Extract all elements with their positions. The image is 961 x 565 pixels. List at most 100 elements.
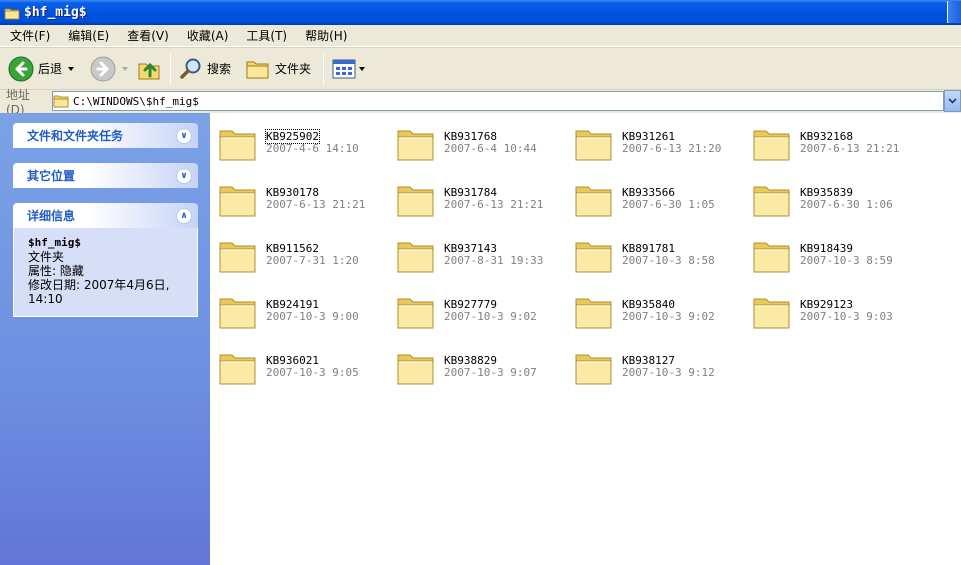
- menu-tools[interactable]: 工具(T): [236, 27, 295, 44]
- views-button[interactable]: [328, 51, 369, 87]
- menu-help[interactable]: 帮助(H): [295, 27, 355, 44]
- folder-icon: [575, 242, 612, 273]
- folder-date: 2007-10-3 9:12: [622, 366, 715, 379]
- folder-date: 2007-6-30 1:06: [800, 198, 893, 211]
- details-name: $hf_mig$: [28, 236, 81, 249]
- folder-icon: [575, 298, 612, 329]
- folder-icon: [397, 130, 434, 161]
- file-view[interactable]: KB925902 2007-4-6 14:10 KB931768 2007-6-4 1…: [210, 113, 961, 565]
- folder-date: 2007-10-3 9:00: [266, 310, 359, 323]
- back-button[interactable]: 后退: [4, 51, 78, 87]
- folders-button[interactable]: 文件夹: [241, 51, 315, 87]
- details-type: 文件夹: [28, 250, 65, 264]
- folder-item[interactable]: KB931261 2007-6-13 21:20: [566, 115, 744, 163]
- title-bar-controls[interactable]: [947, 1, 961, 23]
- folder-icon: [219, 354, 256, 385]
- collapse-chevron-icon[interactable]: ∧: [176, 207, 192, 224]
- toolbar: 后退 搜索 文件夹: [0, 47, 961, 90]
- details-header[interactable]: 详细信息 ∧: [13, 203, 198, 228]
- expand-chevron-icon[interactable]: ∨: [176, 127, 192, 144]
- search-button[interactable]: 搜索: [175, 51, 235, 87]
- views-icon: [332, 59, 356, 78]
- folder-item[interactable]: KB935840 2007-10-3 9:02: [566, 283, 744, 331]
- folder-item[interactable]: KB927779 2007-10-3 9:02: [388, 283, 566, 331]
- folder-date: 2007-6-30 1:05: [622, 198, 715, 211]
- back-dropdown-icon[interactable]: [68, 66, 75, 71]
- folder-item[interactable]: KB936021 2007-10-3 9:05: [210, 339, 388, 387]
- folder-item[interactable]: KB931768 2007-6-4 10:44: [388, 115, 566, 163]
- folder-date: 2007-6-13 21:21: [800, 142, 900, 155]
- address-dropdown-button[interactable]: [944, 90, 961, 112]
- folder-item[interactable]: KB937143 2007-8-31 19:33: [388, 227, 566, 275]
- folder-icon: [753, 242, 790, 273]
- folder-icon: [219, 242, 256, 273]
- folder-item[interactable]: KB931784 2007-6-13 21:21: [388, 171, 566, 219]
- up-button[interactable]: [132, 51, 166, 87]
- folder-icon: [397, 186, 434, 217]
- title-bar[interactable]: $hf_mig$: [0, 0, 961, 25]
- window-title: $hf_mig$: [24, 5, 87, 20]
- search-label: 搜索: [207, 62, 232, 76]
- other-places-title: 其它位置: [27, 169, 76, 183]
- folder-icon: [575, 186, 612, 217]
- folder-item[interactable]: KB891781 2007-10-3 8:58: [566, 227, 744, 275]
- file-tasks-title: 文件和文件夹任务: [27, 129, 124, 143]
- folder-item[interactable]: KB938127 2007-10-3 9:12: [566, 339, 744, 387]
- folder-date: 2007-6-13 21:20: [622, 142, 722, 155]
- other-places-header[interactable]: 其它位置 ∨: [13, 163, 198, 188]
- folder-date: 2007-10-3 8:58: [622, 254, 715, 267]
- folder-item[interactable]: KB932168 2007-6-13 21:21: [744, 115, 922, 163]
- forward-arrow-icon: [90, 56, 116, 81]
- file-tasks-panel: 文件和文件夹任务 ∨: [13, 123, 198, 148]
- folder-icon: [53, 95, 69, 108]
- folder-icon: [219, 130, 256, 161]
- folder-date: 2007-10-3 9:07: [444, 366, 537, 379]
- folder-date: 2007-10-3 9:02: [622, 310, 715, 323]
- menu-edit[interactable]: 编辑(E): [58, 27, 117, 44]
- details-title: 详细信息: [27, 209, 76, 223]
- search-icon: [180, 58, 201, 79]
- file-tasks-header[interactable]: 文件和文件夹任务 ∨: [13, 123, 198, 148]
- folder-date: 2007-10-3 9:05: [266, 366, 359, 379]
- other-places-panel: 其它位置 ∨: [13, 163, 198, 188]
- menu-favorites[interactable]: 收藏(A): [177, 27, 237, 44]
- folder-icon: [753, 186, 790, 217]
- folder-item[interactable]: KB938829 2007-10-3 9:07: [388, 339, 566, 387]
- back-arrow-icon: [8, 56, 34, 81]
- menu-file[interactable]: 文件(F): [0, 27, 58, 44]
- folder-date: 2007-4-6 14:10: [266, 142, 359, 155]
- folder-icon: [575, 354, 612, 385]
- folder-icon: [753, 130, 790, 161]
- folder-icon: [397, 298, 434, 329]
- address-value: C:\WINDOWS\$hf_mig$: [73, 94, 199, 108]
- folder-date: 2007-6-13 21:21: [444, 198, 544, 211]
- address-input[interactable]: C:\WINDOWS\$hf_mig$: [52, 91, 944, 111]
- details-attributes: 属性: 隐藏: [28, 264, 84, 278]
- details-panel: 详细信息 ∧ $hf_mig$ 文件夹 属性: 隐藏 修改日期: 2007年4月…: [13, 203, 198, 317]
- views-dropdown-icon[interactable]: [359, 66, 366, 71]
- forward-dropdown-icon[interactable]: [122, 66, 129, 71]
- folder-icon: [397, 242, 434, 273]
- address-bar: 地址(D) C:\WINDOWS\$hf_mig$: [0, 88, 961, 117]
- toolbar-separator: [323, 53, 325, 84]
- expand-chevron-icon[interactable]: ∨: [176, 167, 192, 184]
- folder-date: 2007-6-4 10:44: [444, 142, 537, 155]
- folder-item[interactable]: KB929123 2007-10-3 9:03: [744, 283, 922, 331]
- folder-item[interactable]: KB918439 2007-10-3 8:59: [744, 227, 922, 275]
- folder-item[interactable]: KB933566 2007-6-30 1:05: [566, 171, 744, 219]
- folder-up-icon: [138, 62, 160, 79]
- forward-button[interactable]: [86, 51, 132, 87]
- folder-item[interactable]: KB911562 2007-7-31 1:20: [210, 227, 388, 275]
- task-pane: 文件和文件夹任务 ∨ 其它位置 ∨ 详细信息 ∧ $hf_mig$ 文件夹 属性…: [0, 113, 210, 565]
- folder-date: 2007-8-31 19:33: [444, 254, 544, 267]
- folder-item[interactable]: KB930178 2007-6-13 21:21: [210, 171, 388, 219]
- folder-item[interactable]: KB925902 2007-4-6 14:10: [210, 115, 388, 163]
- menu-view[interactable]: 查看(V): [117, 27, 177, 44]
- chevron-down-icon: [948, 98, 957, 104]
- toolbar-separator: [170, 53, 172, 84]
- details-body: $hf_mig$ 文件夹 属性: 隐藏 修改日期: 2007年4月6日, 14:…: [13, 228, 198, 317]
- folder-item[interactable]: KB935839 2007-6-30 1:06: [744, 171, 922, 219]
- folder-item[interactable]: KB924191 2007-10-3 9:00: [210, 283, 388, 331]
- folder-icon: [753, 298, 790, 329]
- folders-label: 文件夹: [275, 62, 312, 76]
